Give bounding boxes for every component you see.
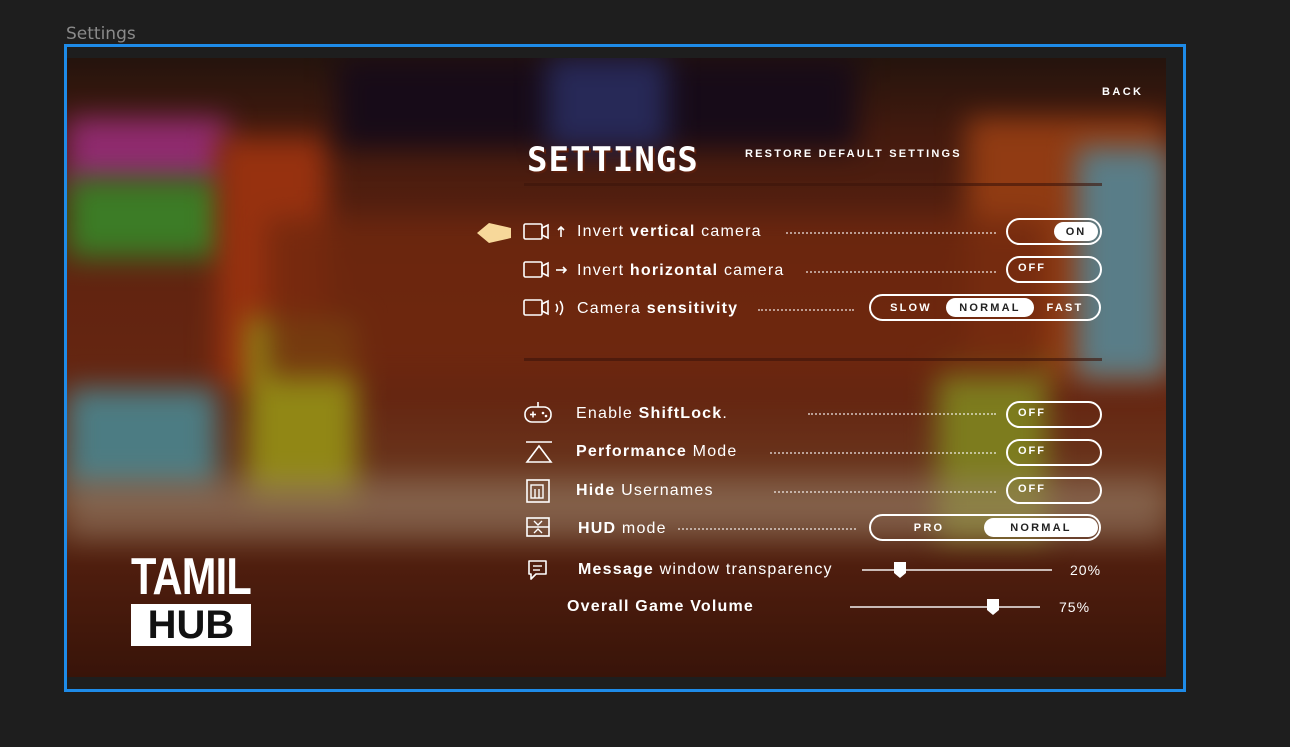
setting-label-hide-usernames: Hide Usernames [576,482,714,499]
toggle-invert-horizontal[interactable]: OFF [1006,256,1102,283]
restore-defaults-button[interactable]: RESTORE DEFAULT SETTINGS [745,148,962,160]
option-slow[interactable]: SLOW [875,298,947,317]
slider-thumb-game-volume[interactable] [986,598,1000,616]
setting-label-performance-mode: Performance Mode [576,443,738,460]
slider-thumb-message-transparency[interactable] [893,561,907,579]
option-pro[interactable]: PRO [875,518,983,537]
toggle-invert-vertical[interactable]: ON [1006,218,1102,245]
tamil-hub-logo: TAMIL HUB [131,548,252,646]
setting-label-shiftlock: Enable ShiftLock. [576,405,729,422]
camera-sound-icon [523,299,564,316]
triangle-icon [525,441,553,463]
dotted-leader [758,309,854,311]
message-icon [528,560,547,580]
dotted-leader [808,413,996,415]
gamepad-icon [524,402,552,423]
logo-line2: HUB [131,604,251,646]
toggle-state-label: OFF [1018,483,1046,495]
dotted-leader [786,232,996,234]
dotted-leader [774,491,996,493]
toggle-hide-usernames[interactable]: OFF [1006,477,1102,504]
setting-label-camera-sensitivity: Camera sensitivity [577,300,739,317]
option-normal[interactable]: NORMAL [946,298,1034,317]
value-game-volume: 75% [1059,599,1091,615]
selection-arrow-icon [477,223,511,243]
setting-label-message-transparency: Message window transparency [578,561,833,578]
setting-label-hud-mode: HUD mode [578,520,667,537]
toggle-performance-mode[interactable]: OFF [1006,439,1102,466]
camera-up-arrow-icon [523,223,565,240]
value-message-transparency: 20% [1070,562,1102,578]
toggle-knob: ON [1054,222,1098,241]
hud-icon [526,517,550,537]
back-button[interactable]: BACK [1102,86,1143,98]
divider [524,358,1102,361]
frame-label: Settings [66,24,136,44]
setting-label-game-volume: Overall Game Volume [567,598,755,615]
toggle-state-label: OFF [1018,445,1046,457]
toggle-state-label: OFF [1018,407,1046,419]
dotted-leader [806,271,996,273]
segmented-hud-mode[interactable]: PRO NORMAL [869,514,1101,541]
slider-track-message-transparency[interactable] [862,569,1052,571]
dotted-leader [678,528,856,530]
segmented-camera-sensitivity[interactable]: SLOW NORMAL FAST [869,294,1101,321]
divider [524,183,1102,186]
setting-label-invert-vertical: Invert vertical camera [577,223,762,240]
page-title: SETTINGS [527,140,699,180]
option-normal[interactable]: NORMAL [984,518,1098,537]
logo-line1: TAMIL [131,548,252,606]
camera-right-arrow-icon [523,261,568,278]
setting-label-invert-horizontal: Invert horizontal camera [577,262,785,279]
toggle-shiftlock[interactable]: OFF [1006,401,1102,428]
dotted-leader [770,452,996,454]
slider-track-game-volume[interactable] [850,606,1040,608]
option-fast[interactable]: FAST [1033,298,1097,317]
toggle-state-label: OFF [1018,262,1046,274]
id-card-icon [526,479,550,503]
